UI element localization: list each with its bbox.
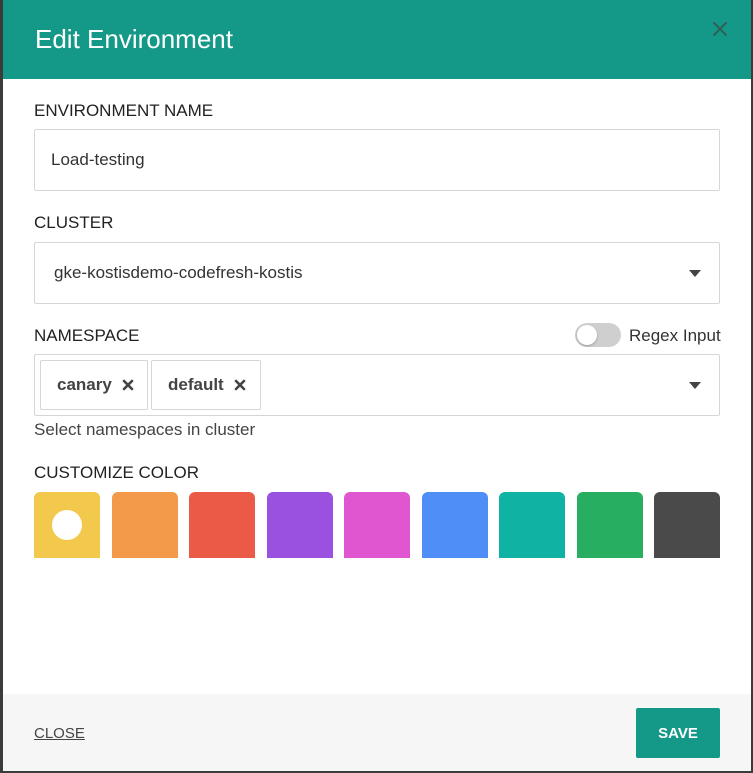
color-swatch-yellow[interactable] — [34, 492, 100, 558]
color-swatch-orange[interactable] — [111, 492, 178, 558]
save-button[interactable]: SAVE — [636, 708, 720, 758]
chevron-down-icon[interactable] — [689, 270, 701, 277]
color-swatch-green[interactable] — [576, 492, 643, 558]
color-swatch-magenta[interactable] — [344, 492, 410, 558]
namespace-chip-default: default — [151, 360, 261, 410]
color-swatch-red[interactable] — [189, 492, 255, 558]
close-button[interactable]: CLOSE — [34, 725, 85, 742]
remove-icon[interactable] — [122, 379, 134, 391]
dialog-header: Edit Environment — [3, 0, 751, 79]
color-swatch-blue[interactable] — [421, 492, 488, 558]
color-swatch-list — [34, 492, 720, 558]
namespace-chip-canary: canary — [40, 360, 148, 410]
environment-name-value: Load-testing — [51, 150, 145, 169]
environment-name-label: ENVIRONMENT NAME — [34, 101, 214, 120]
namespace-label: NAMESPACE — [34, 326, 140, 345]
chip-label: default — [168, 375, 224, 394]
namespace-help-text: Select namespaces in cluster — [34, 420, 256, 439]
chip-label: canary — [57, 375, 112, 394]
regex-input-label: Regex Input — [629, 326, 721, 345]
environment-name-input[interactable]: Load-testing — [34, 129, 720, 191]
color-swatch-purple[interactable] — [266, 492, 333, 558]
selected-indicator-icon — [52, 510, 82, 540]
cluster-label: CLUSTER — [34, 213, 114, 232]
customize-color-label: CUSTOMIZE COLOR — [34, 463, 199, 482]
namespace-multiselect[interactable]: canary default — [34, 354, 720, 416]
dialog-footer: CLOSE SAVE — [3, 694, 751, 771]
color-swatch-teal[interactable] — [499, 492, 565, 558]
remove-icon[interactable] — [234, 379, 246, 391]
regex-input-toggle[interactable] — [575, 323, 621, 347]
color-swatch-dark-gray[interactable] — [654, 492, 720, 558]
close-icon[interactable] — [705, 14, 735, 44]
cluster-select[interactable]: gke-kostisdemo-codefresh-kostis — [34, 242, 720, 304]
dialog-title: Edit Environment — [35, 24, 233, 54]
toggle-knob — [577, 325, 597, 345]
chevron-down-icon[interactable] — [689, 382, 701, 389]
edit-environment-dialog: Edit Environment ENVIRONMENT NAME Load-t… — [3, 0, 751, 771]
cluster-selected-value: gke-kostisdemo-codefresh-kostis — [54, 263, 303, 282]
